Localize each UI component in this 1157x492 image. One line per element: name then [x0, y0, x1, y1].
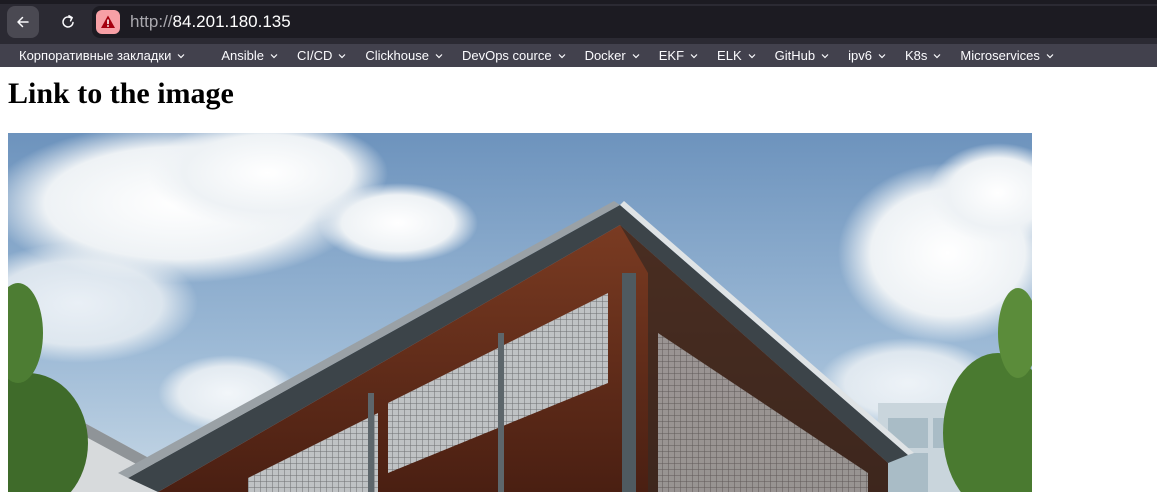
window-top-strip [0, 0, 1157, 4]
chevron-down-icon [1046, 53, 1054, 59]
chevron-down-icon [177, 53, 185, 59]
bookmark-label: Docker [584, 48, 626, 63]
bookmark-folder-ipv6[interactable]: ipv6 [829, 44, 886, 67]
bookmark-folder-devops[interactable]: DevOps cource [443, 44, 566, 67]
chevron-down-icon [338, 53, 346, 59]
chevron-down-icon [821, 53, 829, 59]
security-warning-button[interactable] [96, 10, 120, 34]
warning-triangle-icon [100, 14, 116, 30]
bookmark-folder-ansible[interactable]: Ansible [202, 44, 278, 67]
bookmark-folder-docker[interactable]: Docker [566, 44, 640, 67]
image-link[interactable] [8, 133, 1032, 492]
bookmark-label: K8s [904, 48, 928, 63]
chevron-down-icon [690, 53, 698, 59]
bookmark-label: Корпоративные закладки [19, 48, 172, 63]
bookmark-folder-clickhouse[interactable]: Clickhouse [346, 44, 443, 67]
page-content: Link to the image [0, 67, 1157, 492]
bookmark-folder-elk[interactable]: ELK [698, 44, 756, 67]
bookmark-label: GitHub [774, 48, 816, 63]
bookmark-label: ELK [717, 48, 742, 63]
address-bar[interactable]: http://84.201.180.135 [92, 6, 1157, 38]
bookmark-label: Microservices [960, 48, 1040, 63]
reload-icon [60, 14, 76, 30]
chevron-down-icon [748, 53, 756, 59]
bookmark-label: DevOps cource [461, 48, 552, 63]
bookmark-label: CI/CD [296, 48, 333, 63]
bookmark-label: EKF [658, 48, 685, 63]
url-host: 84.201.180.135 [172, 12, 291, 31]
chevron-down-icon [632, 53, 640, 59]
bookmark-folder-github[interactable]: GitHub [756, 44, 829, 67]
bookmark-folder-k8s[interactable]: K8s [886, 44, 941, 67]
bookmarks-toolbar: Корпоративные закладки Ansible CI/CD Cli… [0, 44, 1157, 67]
chevron-down-icon [270, 53, 278, 59]
building-photo [8, 133, 1032, 492]
page-heading: Link to the image [8, 77, 234, 110]
chevron-down-icon [878, 53, 886, 59]
bookmark-label: ipv6 [848, 48, 872, 63]
bookmark-label: Clickhouse [365, 48, 429, 63]
arrow-left-icon [15, 14, 31, 30]
chevron-down-icon [558, 53, 566, 59]
chevron-down-icon [933, 53, 941, 59]
reload-button[interactable] [52, 6, 84, 38]
url-scheme: http:// [130, 12, 173, 31]
chevron-down-icon [435, 53, 443, 59]
bookmark-folder-corporate[interactable]: Корпоративные закладки [0, 44, 185, 67]
bookmark-folder-ekf[interactable]: EKF [640, 44, 698, 67]
back-button[interactable] [7, 6, 39, 38]
url-text[interactable]: http://84.201.180.135 [130, 12, 291, 32]
browser-toolbar: http://84.201.180.135 [0, 0, 1157, 44]
bookmark-folder-microservices[interactable]: Microservices [941, 44, 1054, 67]
bookmark-label: Ansible [221, 48, 264, 63]
bookmark-folder-cicd[interactable]: CI/CD [278, 44, 346, 67]
